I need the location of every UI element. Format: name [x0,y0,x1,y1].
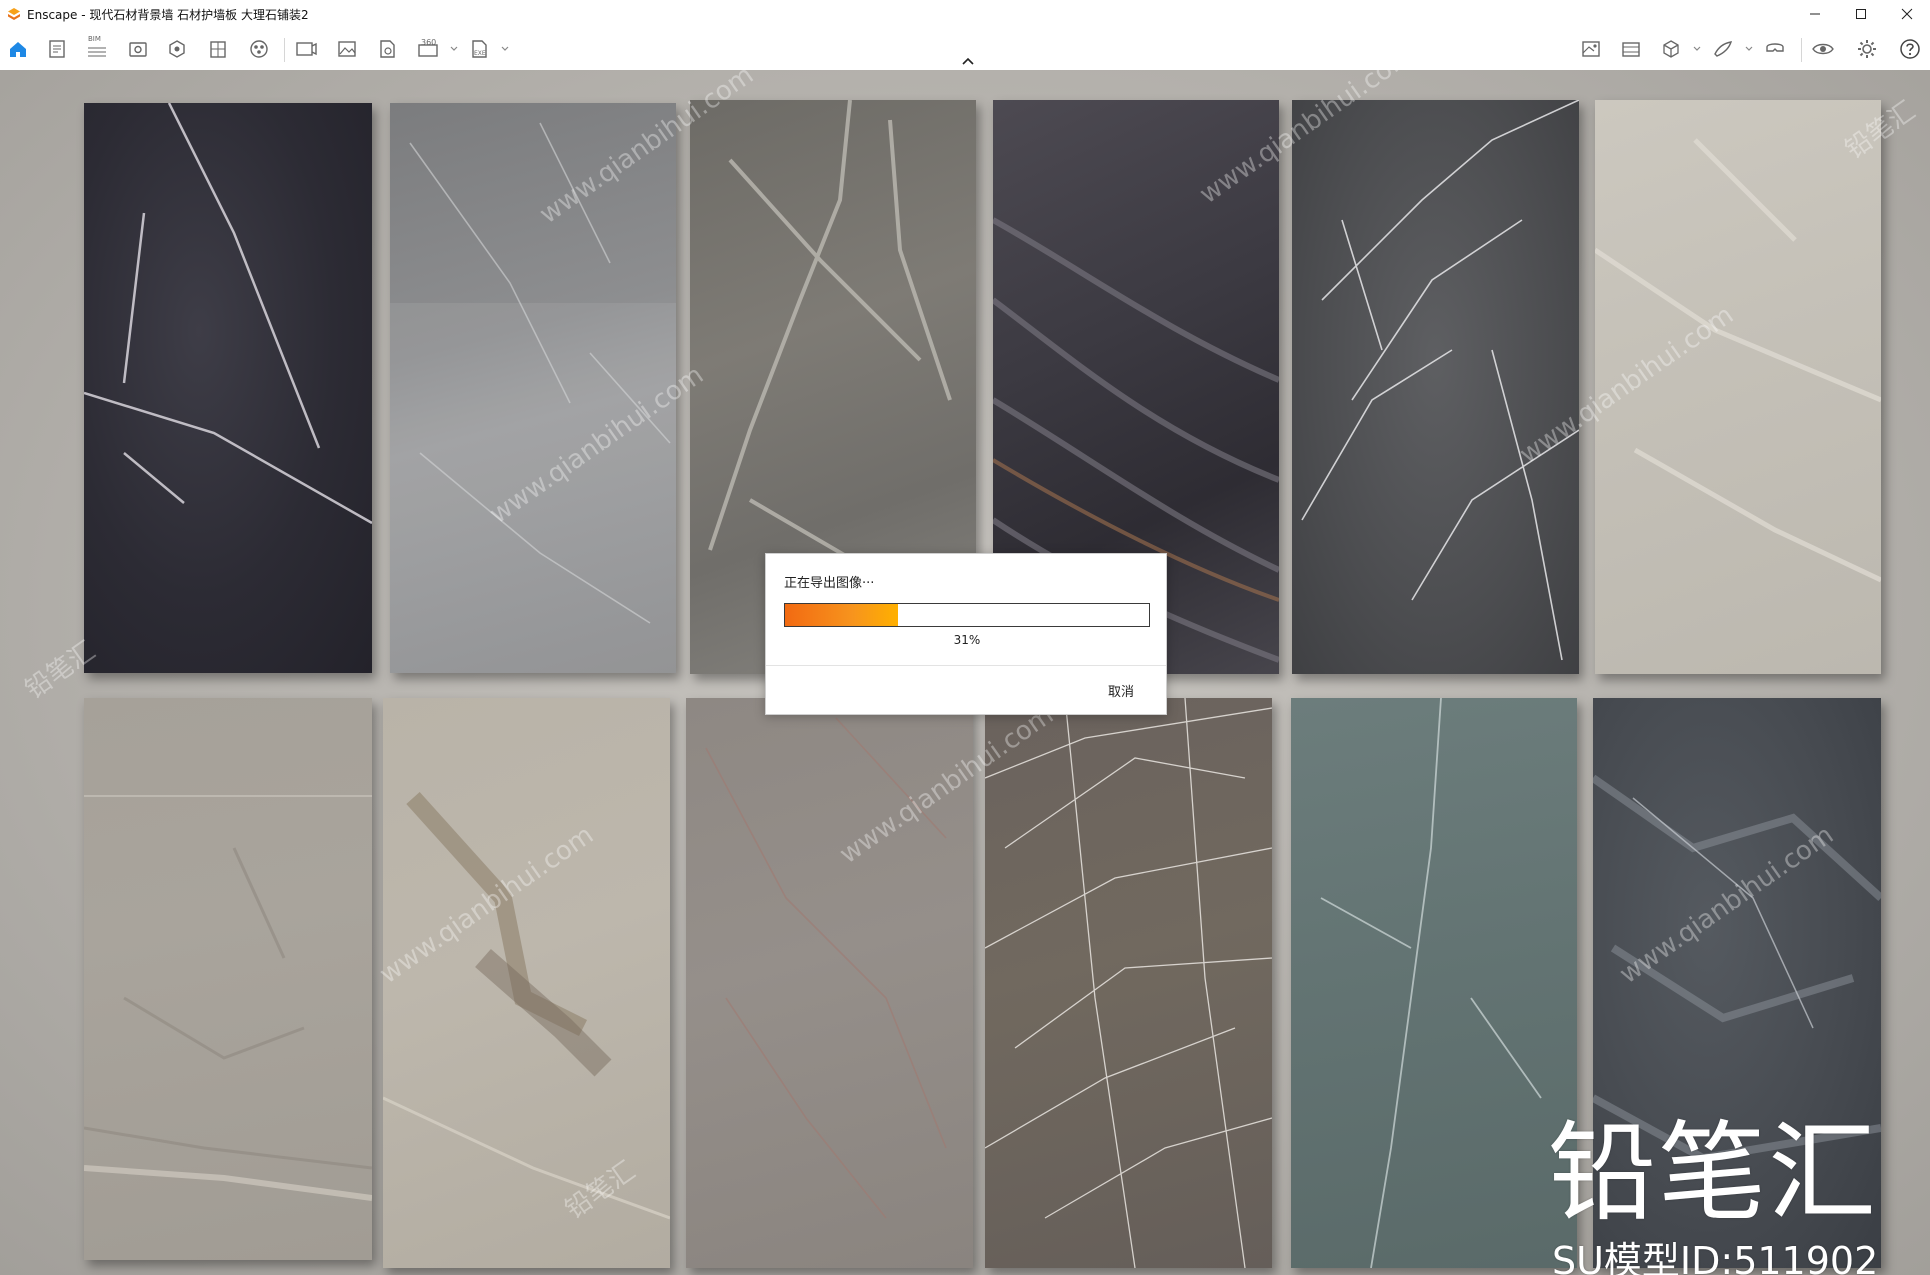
home-icon [10,42,26,57]
eye-button[interactable] [1810,36,1836,62]
screenshot-icon [338,41,356,57]
screenshot-button[interactable] [334,36,360,62]
cube-view-button[interactable] [1658,36,1684,62]
close-button[interactable] [1884,0,1930,28]
settings-button[interactable] [1854,36,1880,62]
export-progress-dialog: 正在导出图像··· 31% 取消 [765,553,1167,715]
atmosphere-button[interactable] [246,36,272,62]
visual-settings-button[interactable] [1578,36,1604,62]
enscape-window: Enscape - 现代石材背景墙 石材护墙板 大理石铺装2 BIM 360 E… [0,0,1930,1275]
vr-headset-icon [1766,43,1784,52]
video-editor-button[interactable] [1618,36,1644,62]
material-editor-button[interactable] [205,36,231,62]
marble-tile-9 [686,698,973,1268]
marble-tile-10 [985,698,1272,1268]
cancel-button[interactable]: 取消 [1108,681,1134,700]
export-progress-bar [784,603,1150,627]
marble-tile-7 [84,698,372,1260]
asset-library-icon [169,40,185,58]
toolbar-separator [1801,38,1802,62]
progress-fill [785,604,898,626]
export-image-button[interactable] [374,36,400,62]
help-icon [1900,39,1920,59]
batch-render-icon [296,42,317,56]
brand-watermark: 铅笔汇 [1548,1111,1879,1236]
sketch-mode-button[interactable] [1710,36,1736,62]
marble-tile-1 [84,103,372,673]
model-id-watermark: SU模型ID:511902 [1552,1239,1879,1275]
minimize-button[interactable] [1792,0,1838,28]
window-controls [1792,0,1930,28]
notes-icon [49,40,65,58]
view-icon [129,42,147,57]
notes-button[interactable] [44,36,70,62]
chevron-up-icon[interactable] [958,54,978,68]
progress-percent-label: 31% [953,633,981,647]
asset-library-button[interactable] [164,36,190,62]
export-image-icon [380,40,395,58]
panorama-label: 360 [421,38,437,47]
marble-tile-6 [1595,100,1881,674]
toolbar-separator [284,38,285,62]
chevron-down-icon[interactable] [1744,42,1754,54]
visual-settings-icon [1582,41,1600,57]
batch-render-button[interactable] [293,36,319,62]
help-button[interactable] [1897,36,1923,62]
marble-tile-5 [1292,100,1579,674]
exe-label: EXE [474,50,486,57]
chevron-down-icon[interactable] [449,42,459,54]
atmosphere-icon [250,40,268,58]
dialog-title: 正在导出图像··· [784,576,875,591]
dialog-divider [766,665,1166,666]
maximize-icon [1856,9,1866,19]
minimize-icon [1810,13,1820,15]
panorama-button[interactable]: 360 [415,36,441,62]
home-button[interactable] [5,36,31,62]
bim-button[interactable]: BIM [84,35,110,62]
view-management-button[interactable] [125,36,151,62]
chevron-down-icon[interactable] [500,42,510,54]
marble-tile-2 [390,103,676,673]
title-bar: Enscape - 现代石材背景墙 石材护墙板 大理石铺装2 [0,0,1930,28]
export-exe-button[interactable]: EXE [466,36,492,62]
video-editor-icon [1622,42,1640,57]
bim-label: BIM [88,35,101,43]
sketch-mode-icon [1714,41,1733,57]
chevron-down-icon[interactable] [1692,42,1702,54]
marble-tile-8 [383,698,670,1268]
marble-tile-11 [1291,698,1577,1268]
enscape-logo-icon [8,8,20,20]
maximize-button[interactable] [1838,0,1884,28]
settings-icon [1858,40,1876,58]
window-title: Enscape - 现代石材背景墙 石材护墙板 大理石铺装2 [27,7,309,22]
cube-view-icon [1663,40,1679,58]
material-editor-icon [210,41,226,58]
close-icon [1901,8,1913,20]
vr-headset-button[interactable] [1762,36,1788,62]
eye-icon [1812,43,1834,55]
